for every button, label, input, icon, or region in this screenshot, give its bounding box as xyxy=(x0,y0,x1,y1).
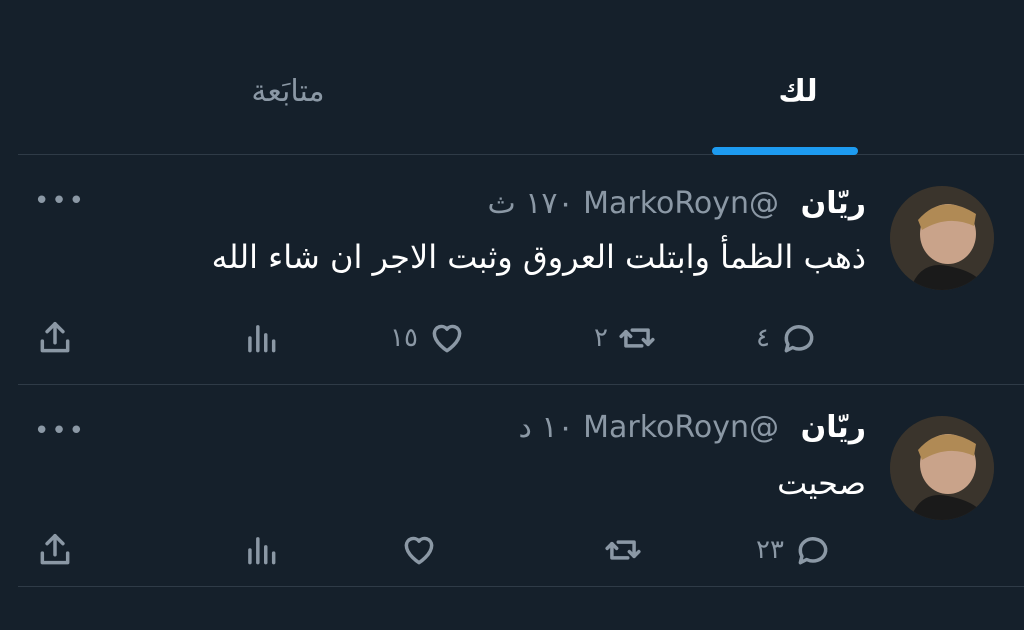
share-icon xyxy=(40,322,70,353)
cut-off-title xyxy=(0,0,1024,14)
timeline-tabs: لك متابَعة xyxy=(18,40,1024,155)
heart-icon xyxy=(432,324,462,353)
share-button[interactable] xyxy=(36,530,74,570)
like-button[interactable]: ١٥ xyxy=(390,318,466,358)
heart-icon xyxy=(404,536,434,565)
author-name[interactable]: ريّان xyxy=(801,186,866,221)
author-handle[interactable]: @MarkoRoyn xyxy=(583,186,779,221)
reply-icon xyxy=(784,325,814,353)
like-count: ١٥ xyxy=(390,323,418,353)
like-button[interactable] xyxy=(390,530,438,570)
avatar[interactable] xyxy=(890,186,994,290)
views-button[interactable] xyxy=(242,530,290,570)
retweet-button[interactable]: ٢ xyxy=(594,318,656,358)
retweet-button[interactable] xyxy=(594,530,642,570)
share-button[interactable] xyxy=(36,318,74,358)
share-icon xyxy=(40,534,70,565)
tweet-time[interactable]: ١٠ د xyxy=(518,410,573,445)
retweet-icon xyxy=(619,328,655,348)
reply-icon xyxy=(798,537,828,565)
more-horizontal-icon[interactable]: ••• xyxy=(34,186,86,216)
views-button[interactable] xyxy=(242,318,290,358)
tab-for-you[interactable]: لك xyxy=(713,74,883,109)
retweet-count: ٢ xyxy=(594,323,608,353)
tab-following[interactable]: متابَعة xyxy=(198,74,378,109)
avatar-image xyxy=(890,186,994,290)
retweet-icon xyxy=(605,540,641,560)
reply-button[interactable]: ٢٣ xyxy=(756,530,832,570)
tweet-text: صحيت xyxy=(777,464,866,502)
tweet-time[interactable]: ١٧٠ ث xyxy=(487,186,573,221)
tweet-header: ريّان @MarkoRoyn ١٠ د xyxy=(518,410,866,445)
reply-count: ٤ xyxy=(756,323,770,353)
avatar-image xyxy=(890,416,994,520)
avatar[interactable] xyxy=(890,416,994,520)
tweet-header: ريّان @MarkoRoyn ١٧٠ ث xyxy=(487,186,866,221)
reply-count: ٢٣ xyxy=(756,535,784,565)
author-handle[interactable]: @MarkoRoyn xyxy=(583,410,779,445)
views-icon xyxy=(248,325,276,353)
tweet[interactable]: ريّان @MarkoRoyn ١٠ د صحيت ••• ٢٣ xyxy=(18,386,1024,587)
views-icon xyxy=(248,537,276,565)
tweet-text: ذهب الظمأ وابتلت العروق وثبت الاجر ان شا… xyxy=(211,238,866,276)
tweet[interactable]: ريّان @MarkoRoyn ١٧٠ ث ذهب الظمأ وابتلت … xyxy=(18,156,1024,385)
reply-button[interactable]: ٤ xyxy=(756,318,818,358)
author-name[interactable]: ريّان xyxy=(801,410,866,445)
tab-active-indicator xyxy=(712,147,858,155)
more-horizontal-icon[interactable]: ••• xyxy=(34,416,86,446)
